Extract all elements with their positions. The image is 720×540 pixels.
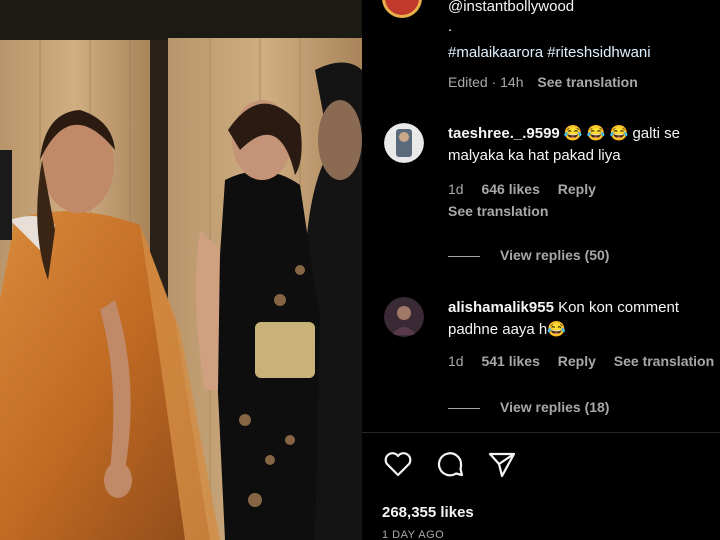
- reply-button[interactable]: Reply: [558, 353, 596, 369]
- comments-panel: @instantbollywood . #malaikaarora #rites…: [362, 0, 720, 540]
- edited-time: Edited · 14h: [448, 74, 524, 90]
- post-author-username[interactable]: @instantbollywood: [448, 0, 574, 15]
- share-icon[interactable]: [486, 448, 518, 480]
- commenter-avatar[interactable]: [384, 123, 424, 163]
- view-replies-label: View replies (18): [500, 399, 610, 415]
- author-avatar[interactable]: [382, 0, 422, 18]
- caption-hashtags[interactable]: #malaikaarora #riteshsidhwani: [448, 44, 651, 61]
- view-replies-button[interactable]: View replies (50): [448, 247, 609, 263]
- reply-button[interactable]: Reply: [558, 181, 596, 197]
- comment-age: 1d: [448, 181, 464, 197]
- see-translation-link[interactable]: See translation: [448, 203, 548, 219]
- comment-text-block: alishamalik955 Kon kon comment padhne aa…: [448, 297, 720, 341]
- commenter-avatar[interactable]: [384, 297, 424, 337]
- view-replies-label: View replies (50): [500, 247, 610, 263]
- comment-meta: 1d 646 likes Reply: [448, 181, 610, 197]
- replies-line: [448, 407, 480, 409]
- comment-username[interactable]: alishamalik955: [448, 299, 554, 316]
- comment-text-block: taeshree._.9599 😂 😂 😂 galti se malyaka k…: [448, 123, 720, 167]
- comment-username[interactable]: taeshree._.9599: [448, 125, 560, 142]
- comment-likes[interactable]: 646 likes: [481, 181, 539, 197]
- view-replies-button[interactable]: View replies (18): [448, 399, 609, 415]
- caption-meta: Edited · 14h See translation: [448, 74, 638, 90]
- see-translation-link[interactable]: See translation: [537, 74, 637, 90]
- heart-icon[interactable]: [382, 448, 414, 480]
- caption-dot: .: [448, 18, 453, 35]
- post-timestamp: 1 DAY AGO: [382, 529, 445, 540]
- photo-illustration: [0, 0, 362, 540]
- comment-icon[interactable]: [434, 448, 466, 480]
- comment-likes[interactable]: 541 likes: [481, 353, 539, 369]
- post-likes-count[interactable]: 268,355 likes: [382, 504, 474, 521]
- post-photo[interactable]: [0, 0, 362, 540]
- panel-divider: [362, 432, 720, 433]
- replies-line: [448, 255, 480, 257]
- comment-meta: 1d 541 likes Reply See translation: [448, 353, 720, 369]
- see-translation-link[interactable]: See translation: [614, 353, 714, 369]
- comment-age: 1d: [448, 353, 464, 369]
